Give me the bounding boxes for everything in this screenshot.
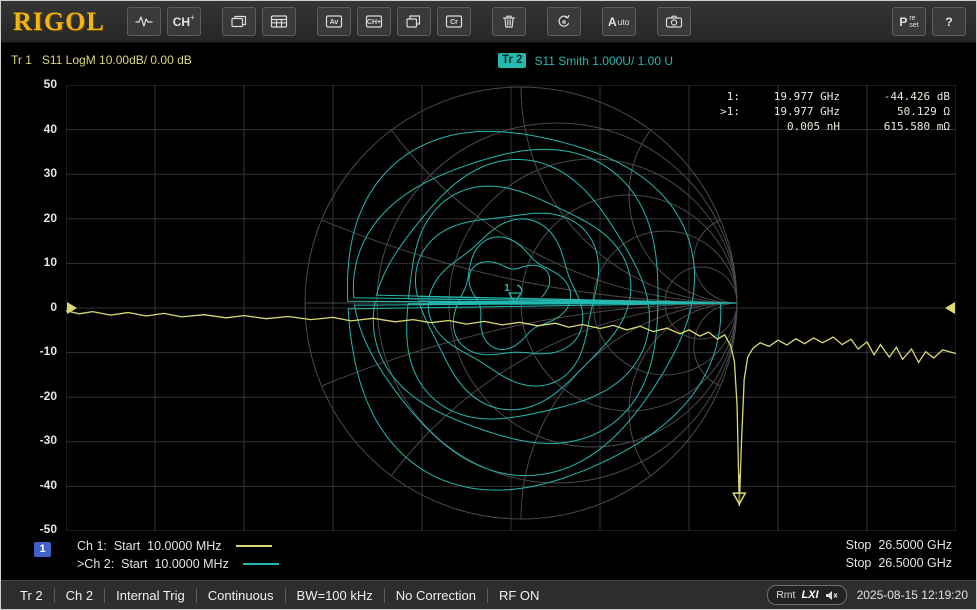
marker-readout: 1: 19.977 GHz -44.426 dB >1: 19.977 GHz …: [712, 89, 950, 134]
marker-row: 1: 19.977 GHz -44.426 dB: [712, 89, 950, 104]
status-sweep-mode[interactable]: Continuous: [196, 588, 285, 603]
window-av-icon: Av: [325, 14, 343, 29]
marker-id: [712, 119, 740, 134]
status-bandwidth[interactable]: BW=100 kHz: [285, 588, 384, 603]
waveform-icon: [135, 14, 153, 29]
y-axis-tick: -30: [15, 433, 57, 447]
status-correction[interactable]: No Correction: [384, 588, 487, 603]
toolbar: RIGOL CH+ Av: [1, 1, 976, 43]
y-axis-tick: 40: [15, 122, 57, 136]
add-channel-button[interactable]: CH+: [167, 7, 201, 36]
svg-text:CH+: CH+: [367, 19, 381, 26]
channel-1-info[interactable]: Ch 1: Start 10.0000 MHz: [77, 538, 272, 553]
window-cr-button[interactable]: Cr: [437, 7, 471, 36]
marker-freq: 0.005 nH: [740, 119, 840, 134]
datetime: 2025-08-15 12:19:20: [857, 588, 968, 602]
help-button[interactable]: ?: [932, 7, 966, 36]
delete-button[interactable]: [492, 7, 526, 36]
trace-button[interactable]: [127, 7, 161, 36]
status-rf[interactable]: RF ON: [487, 588, 550, 603]
marker-value: 615.580 mΩ: [840, 119, 950, 134]
preset-label-small: reset: [909, 15, 918, 29]
marker-value: -44.426 dB: [840, 89, 950, 104]
status-trigger[interactable]: Internal Trig: [104, 588, 196, 603]
tr1-ref-marker-right[interactable]: [945, 302, 955, 314]
tr1-line-sample: [236, 545, 272, 547]
channel-1-stop-label[interactable]: Stop 26.5000 GHz: [846, 538, 952, 553]
trash-icon: [500, 14, 518, 29]
auto-label-rest: uto: [618, 17, 630, 27]
status-active-channel[interactable]: Ch 2: [54, 588, 104, 603]
touch-gesture-icon: [555, 14, 573, 29]
ch-plus-sup: +: [190, 13, 195, 22]
marker-freq: 19.977 GHz: [740, 89, 840, 104]
rigol-logo: RIGOL: [13, 7, 105, 37]
window-layout-button[interactable]: [222, 7, 256, 36]
status-active-trace[interactable]: Tr 2: [9, 588, 54, 603]
window-cr-icon: Cr: [445, 14, 463, 29]
speaker-muted-icon[interactable]: [825, 590, 838, 601]
ch-plus-label: CH: [173, 15, 190, 29]
marker-id: >1:: [712, 104, 740, 119]
marker-value: 50.129 Ω: [840, 104, 950, 119]
copy-window-button[interactable]: [397, 7, 431, 36]
auto-label-a: A: [608, 15, 617, 29]
trace-2-desc: S11 Smith 1.000U/ 1.00 U: [534, 54, 673, 68]
vna-screen: RIGOL CH+ Av: [0, 0, 977, 610]
channel-badge[interactable]: 1: [34, 542, 51, 557]
screenshot-button[interactable]: [657, 7, 691, 36]
layers-icon: [230, 14, 248, 29]
status-items: Tr 2 Ch 2 Internal Trig Continuous BW=10…: [9, 581, 550, 609]
plot-area[interactable]: 1: [66, 85, 956, 531]
auto-button[interactable]: Auto: [602, 7, 636, 36]
window-trace-button[interactable]: Av: [317, 7, 351, 36]
trace-1-info[interactable]: Tr 1 S11 LogM 10.00dB/ 0.00 dB: [11, 53, 192, 67]
remote-label: Rmt: [776, 589, 795, 601]
remote-lxi-indicator: Rmt LXI: [767, 585, 846, 605]
status-bar: Tr 2 Ch 2 Internal Trig Continuous BW=10…: [1, 580, 976, 609]
trace-2-info[interactable]: Tr 2 S11 Smith 1.000U/ 1.00 U: [498, 53, 673, 68]
grid-lines: [66, 85, 956, 531]
y-axis-tick: -50: [15, 522, 57, 536]
trace-2-badge: Tr 2: [498, 53, 526, 68]
marker-row: 0.005 nH 615.580 mΩ: [712, 119, 950, 134]
table-button[interactable]: [262, 7, 296, 36]
y-axis-tick: -40: [15, 478, 57, 492]
y-axis-tick: -20: [15, 389, 57, 403]
window-channel-button[interactable]: CH+: [357, 7, 391, 36]
channel-1-start-label: Ch 1: Start 10.0000 MHz: [77, 539, 222, 553]
y-axis-tick: 50: [15, 77, 57, 91]
help-label: ?: [945, 15, 952, 29]
y-axis-tick: 0: [15, 300, 57, 314]
svg-text:Av: Av: [329, 19, 338, 26]
y-axis-tick: 30: [15, 166, 57, 180]
y-axis-tick: 20: [15, 211, 57, 225]
window-ch-icon: CH+: [365, 14, 383, 29]
table-icon: [270, 14, 288, 29]
copy-icon: [405, 14, 423, 29]
y-axis-tick: -10: [15, 344, 57, 358]
svg-text:Cr: Cr: [450, 19, 458, 26]
status-right: Rmt LXI 2025-08-15 12:19:20: [767, 585, 968, 605]
lxi-label: LXI: [801, 589, 818, 601]
channel-2-start-label: >Ch 2: Start 10.0000 MHz: [77, 557, 229, 571]
channel-2-info[interactable]: >Ch 2: Start 10.0000 MHz: [77, 556, 279, 571]
preset-button[interactable]: P reset: [892, 7, 926, 36]
marker-id: 1:: [712, 89, 740, 104]
marker-freq: 19.977 GHz: [740, 104, 840, 119]
marker-row: >1: 19.977 GHz 50.129 Ω: [712, 104, 950, 119]
camera-icon: [665, 14, 683, 29]
trace-1-label: Tr 1: [11, 53, 32, 67]
touch-button[interactable]: [547, 7, 581, 36]
preset-label-p: P: [899, 15, 907, 29]
marker-1-tr1[interactable]: [733, 474, 745, 504]
trace-1-desc: S11 LogM 10.00dB/ 0.00 dB: [42, 53, 192, 67]
y-axis-tick: 10: [15, 255, 57, 269]
channel-2-stop-label[interactable]: Stop 26.5000 GHz: [846, 556, 952, 571]
tr2-line-sample: [243, 563, 279, 565]
